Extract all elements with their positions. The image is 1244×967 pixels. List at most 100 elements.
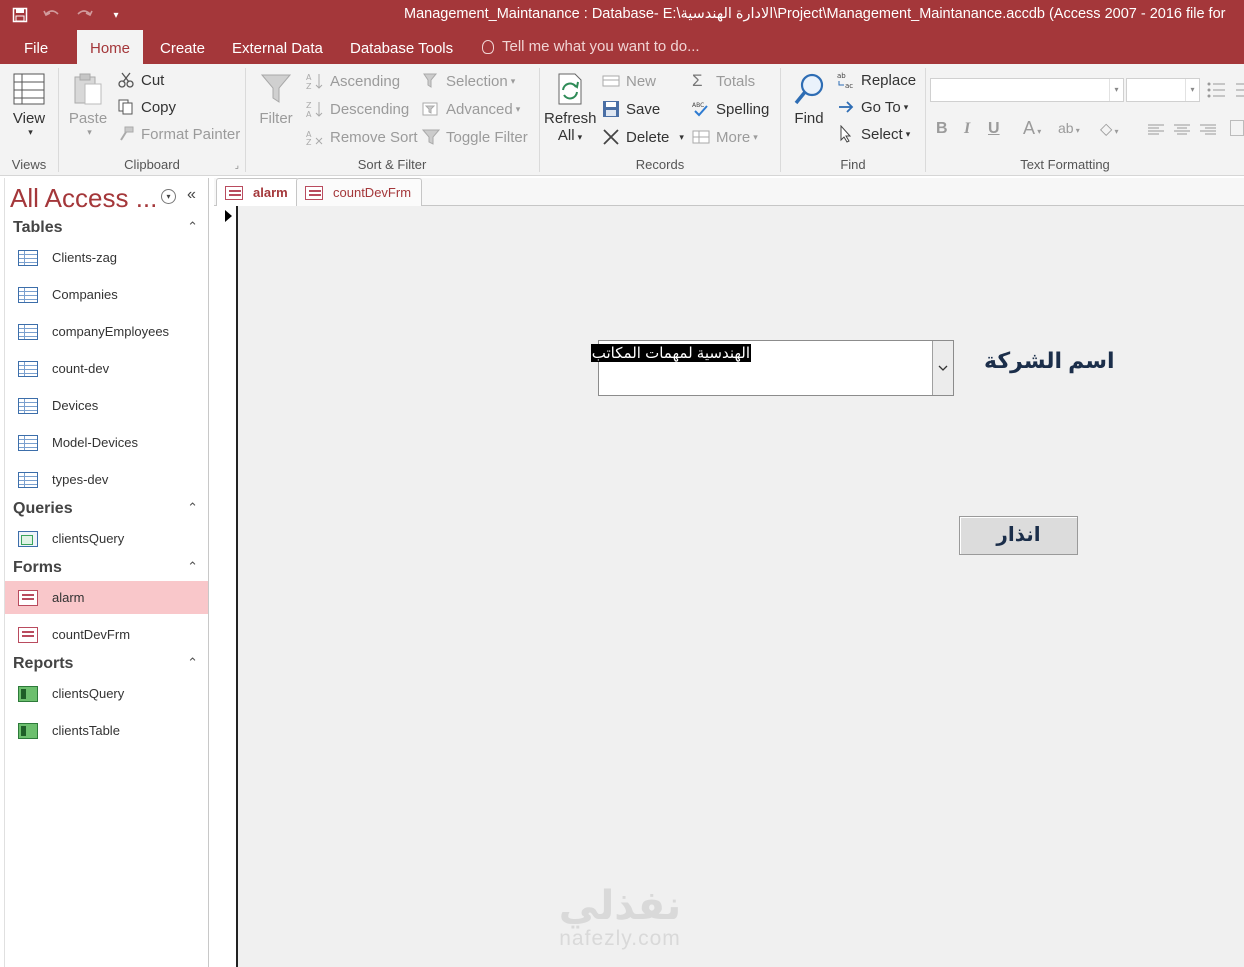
table-icon [18,360,38,377]
font-color-icon[interactable]: A ▾ [1023,118,1041,139]
alarm-button[interactable]: انذار [959,516,1078,555]
selection-button[interactable]: Selection ▾ [422,72,515,90]
undo-icon[interactable] [40,3,64,27]
nav-section-forms[interactable]: Forms ⌃ [5,556,210,580]
doc-tab-count-dev-frm[interactable]: countDevFrm [296,178,423,206]
font-name-combo[interactable]: ▾ [930,78,1124,102]
format-painter-label: Format Painter [141,125,241,143]
table-icon [18,286,38,303]
nav-section-queries[interactable]: Queries ⌃ [5,497,210,521]
nav-item-label: alarm [52,590,85,605]
nav-section-reports[interactable]: Reports ⌃ [5,652,210,676]
clipboard-launcher-icon[interactable]: ⌟ [235,160,239,171]
doc-tab-alarm[interactable]: alarm [216,178,299,206]
font-size-dropdown-icon[interactable]: ▾ [1185,79,1199,101]
bullets-icon[interactable] [1206,80,1226,100]
cut-button[interactable]: Cut [117,71,164,89]
nav-item-alarm[interactable]: alarm [5,581,208,614]
find-label: Find [794,110,824,127]
ribbon-tab-bar: File Home Create External Data Database … [0,30,1244,64]
new-record-button[interactable]: New [602,72,656,90]
company-name-label: اسم الشركة [984,348,1115,373]
format-painter-button[interactable]: Format Painter [117,125,240,143]
font-name-dropdown-icon[interactable]: ▾ [1109,79,1123,101]
record-selector[interactable] [214,206,238,967]
find-button[interactable]: Find [787,72,831,127]
nav-item-clients-table-report[interactable]: clientsTable [5,714,208,747]
nav-item-devices[interactable]: Devices [5,389,208,422]
remove-sort-button[interactable]: AZ Remove Sort [306,128,418,148]
nav-item-companies[interactable]: Companies [5,278,208,311]
tab-file[interactable]: File [11,30,61,64]
redo-icon[interactable] [72,3,96,27]
spelling-button[interactable]: ABC Spelling [692,100,769,118]
company-combo-box[interactable]: الهندسية لمهمات المكاتب [590,340,954,396]
go-to-button[interactable]: Go To ▾ [837,98,908,116]
select-button[interactable]: Select ▾ [837,124,910,143]
tell-me-box[interactable]: Tell me what you want to do... [480,30,700,64]
fill-color-icon[interactable]: ◇ ▾ [1100,119,1119,139]
align-left-icon[interactable] [1148,123,1164,141]
table-icon [18,397,38,414]
font-size-combo[interactable]: ▾ [1126,78,1200,102]
nav-item-count-dev-frm[interactable]: countDevFrm [5,618,208,651]
new-label: New [626,72,657,90]
select-label: Select [861,125,903,143]
nav-item-clients-query-report[interactable]: clientsQuery [5,677,208,710]
tab-home[interactable]: Home [77,30,144,64]
filter-button[interactable]: Filter [254,72,298,127]
go-to-label: Go To [861,98,901,116]
nav-item-model-devices[interactable]: Model-Devices [5,426,208,459]
section-label-reports: Reports [13,655,74,672]
view-icon [12,72,46,106]
nav-item-count-dev[interactable]: count-dev [5,352,208,385]
collapse-pane-icon[interactable]: « [187,186,196,204]
highlight-icon[interactable]: ab ▾ [1058,120,1080,136]
advanced-button[interactable]: Advanced ▾ [422,100,520,118]
align-right-icon[interactable] [1200,123,1216,141]
section-collapse-icon[interactable]: ⌃ [187,559,198,575]
tell-me-text: Tell me what you want to do... [502,38,700,55]
nav-item-clients-zag[interactable]: Clients-zag [5,241,208,274]
totals-button[interactable]: Σ Totals [692,72,755,90]
tab-external-data[interactable]: External Data [219,30,336,64]
chevron-down-icon[interactable] [932,341,953,395]
underline-icon[interactable]: U [988,120,1000,138]
refresh-all-button[interactable]: Refresh All ▾ [544,72,597,144]
section-collapse-icon[interactable]: ⌃ [187,500,198,516]
nav-item-company-employees[interactable]: companyEmployees [5,315,208,348]
view-button[interactable]: View ▾ [6,72,52,138]
delete-record-button[interactable]: Delete ▾ [602,128,684,146]
tab-database-tools[interactable]: Database Tools [337,30,466,64]
cut-label: Cut [141,71,165,89]
svg-text:ab: ab [837,72,846,80]
replace-button[interactable]: ab ac Replace [837,71,916,91]
toggle-filter-button[interactable]: Toggle Filter [421,128,528,146]
svg-text:A: A [306,73,312,82]
numbering-icon[interactable] [1232,80,1244,100]
section-collapse-icon[interactable]: ⌃ [187,655,198,671]
view-dropdown-icon: ▾ [28,127,33,137]
clipboard-group-label: Clipboard [124,157,180,172]
section-collapse-icon[interactable]: ⌃ [187,219,198,235]
sort-descending-button[interactable]: ZA Descending [306,100,409,120]
italic-icon[interactable]: I [964,120,970,138]
align-center-icon[interactable] [1174,123,1190,141]
nav-title[interactable]: All Access ... [10,183,157,214]
customize-qat-icon[interactable]: ▾ [104,3,128,27]
nav-section-tables[interactable]: Tables ⌃ [5,216,210,240]
copy-button[interactable]: Copy [117,98,176,116]
nav-item-clients-query[interactable]: clientsQuery [5,522,208,555]
save-icon[interactable] [8,3,32,27]
nav-item-types-dev[interactable]: types-dev [5,463,208,496]
gridlines-icon[interactable] [1230,120,1244,136]
bold-icon[interactable]: B [936,120,948,138]
nav-menu-dropdown-icon[interactable]: ▾ [161,189,176,204]
save-record-button[interactable]: Save [602,100,660,118]
more-button[interactable]: More ▾ [692,128,758,146]
svg-text:Z: Z [306,101,312,110]
refresh-dropdown-icon: ▾ [577,132,583,142]
paste-button[interactable]: Paste ▾ [65,72,111,138]
tab-create[interactable]: Create [147,30,218,64]
sort-ascending-button[interactable]: AZ Ascending [306,72,400,92]
